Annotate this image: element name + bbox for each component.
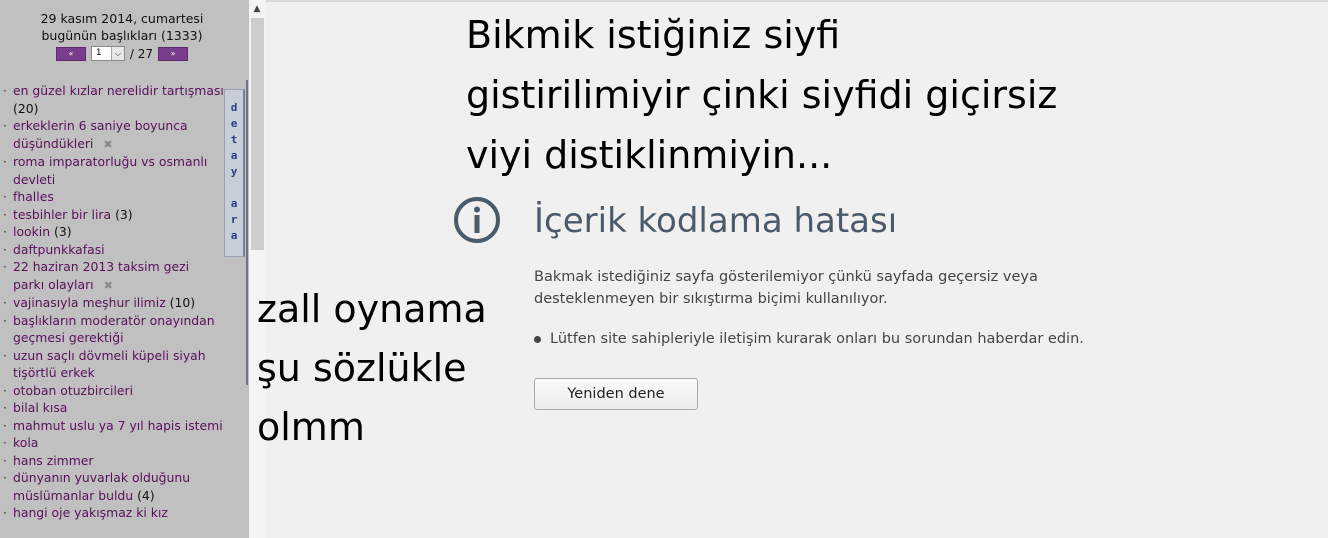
- topic-link[interactable]: başlıkların moderatör onayından geçmesi …: [13, 313, 215, 346]
- topic-link[interactable]: 22 haziran 2013 taksim gezi parkı olayla…: [13, 259, 189, 292]
- page-select-value: 1: [95, 48, 102, 58]
- chevron-down-icon: ⌵: [110, 47, 124, 60]
- error-suggestion: Lütfen site sahipleriyle iletişim kurara…: [550, 331, 1084, 347]
- detay-ara-letter: a: [230, 149, 238, 162]
- topic-entry-count: (10): [169, 295, 196, 310]
- sidebar-scrollbar[interactable]: ▲: [246, 0, 266, 538]
- meme-line: gistirilimiyir çinki siyfidi giçirsiz: [466, 73, 1058, 117]
- pager: « 1 ⌵ / 27 »: [0, 46, 244, 61]
- topic-item[interactable]: daftpunkkafasi: [2, 241, 224, 259]
- topic-item[interactable]: başlıkların moderatör onayından geçmesi …: [2, 312, 224, 347]
- page-total: / 27: [129, 46, 154, 61]
- detay-spacer: [225, 90, 243, 100]
- meme-line: şu sözlükle: [257, 346, 467, 390]
- detay-ara-letter: a: [230, 197, 238, 210]
- meme-line: zall oynama: [257, 287, 487, 331]
- meme-caption-top: Bikmik istiğiniz siyfi gistirilimiyir çi…: [466, 5, 1106, 185]
- scroll-up-icon[interactable]: ▲: [251, 2, 263, 16]
- detay-ara-letter: a: [230, 229, 238, 242]
- remove-topic-icon[interactable]: ✖: [103, 138, 112, 151]
- panel-edge: [246, 80, 248, 385]
- topic-item[interactable]: mahmut uslu ya 7 yıl hapis istemi: [2, 417, 224, 435]
- topic-entry-count: (4): [137, 487, 155, 503]
- topic-entry-count: (20): [13, 100, 39, 116]
- error-title: İçerik kodlama hatası: [534, 201, 898, 241]
- scrollbar-thumb[interactable]: [251, 18, 264, 250]
- topic-item[interactable]: fhalles: [2, 188, 224, 206]
- topic-link[interactable]: tesbihler bir lira: [13, 207, 111, 222]
- sidebar: 29 kasım 2014, cumartesi bugünün başlıkl…: [0, 0, 249, 538]
- meme-line: Bikmik istiğiniz siyfi: [466, 13, 841, 57]
- topic-link[interactable]: uzun saçlı dövmeli küpeli siyah tişörtlü…: [13, 348, 206, 381]
- topic-link[interactable]: hangi oje yakışmaz ki kız: [13, 505, 168, 520]
- topic-item[interactable]: bilal kısa: [2, 399, 224, 417]
- topic-item[interactable]: vajinasıyla meşhur ilimiz (10): [2, 294, 224, 312]
- topic-item[interactable]: dünyanın yuvarlak olduğunu müslümanlar b…: [2, 469, 224, 504]
- topic-item[interactable]: 22 haziran 2013 taksim gezi parkı olayla…: [2, 258, 224, 294]
- meme-line: olmm: [257, 405, 365, 449]
- prev-page-button[interactable]: «: [55, 46, 86, 61]
- meme-line: viyi distiklinmiyin...: [466, 133, 833, 177]
- topic-link[interactable]: bilal kısa: [13, 400, 67, 415]
- detay-ara-letter: [225, 180, 243, 196]
- detay-ara-tab[interactable]: detay ara: [224, 89, 245, 257]
- topic-item[interactable]: kola: [2, 434, 224, 452]
- today-topics-count: bugünün başlıkları (1333): [41, 28, 203, 43]
- topic-item[interactable]: hans zimmer: [2, 452, 224, 470]
- topic-link[interactable]: fhalles: [13, 189, 54, 204]
- topic-entry-count: (3): [54, 224, 72, 239]
- topic-link[interactable]: kola: [13, 435, 38, 450]
- remove-topic-icon[interactable]: ✖: [104, 279, 113, 292]
- topic-link[interactable]: vajinasıyla meşhur ilimiz: [13, 295, 166, 310]
- info-icon: [454, 197, 500, 243]
- topic-link[interactable]: mahmut uslu ya 7 yıl hapis istemi: [13, 418, 223, 433]
- bullet-icon: [534, 335, 541, 343]
- error-description: Bakmak istediğiniz sayfa gösterilemiyor …: [534, 269, 1038, 307]
- topic-link[interactable]: lookin: [13, 224, 50, 239]
- topic-link[interactable]: roma imparatorluğu vs osmanlı devleti: [13, 154, 207, 187]
- topic-item[interactable]: roma imparatorluğu vs osmanlı devleti: [2, 153, 224, 188]
- topic-item[interactable]: lookin (3): [2, 223, 224, 241]
- topic-link[interactable]: erkeklerin 6 saniye boyunca düşündükleri: [13, 118, 188, 151]
- sidebar-header: 29 kasım 2014, cumartesi bugünün başlıkl…: [0, 10, 244, 44]
- topic-link[interactable]: otoban otuzbircileri: [13, 383, 133, 398]
- topic-link[interactable]: dünyanın yuvarlak olduğunu müslümanlar b…: [13, 470, 190, 503]
- detay-ara-letter: y: [230, 165, 238, 178]
- content-top-border: [266, 0, 1328, 2]
- topic-list: en güzel kızlar nerelidir tartışması (20…: [2, 82, 224, 522]
- next-page-button[interactable]: »: [158, 46, 189, 61]
- retry-button[interactable]: Yeniden dene: [534, 378, 698, 410]
- topic-item[interactable]: otoban otuzbircileri: [2, 382, 224, 400]
- page-select[interactable]: 1 ⌵: [90, 46, 125, 61]
- topic-item[interactable]: uzun saçlı dövmeli küpeli siyah tişörtlü…: [2, 347, 224, 382]
- topic-entry-count: (3): [115, 206, 133, 222]
- detay-ara-letter: d: [230, 101, 238, 114]
- topic-item[interactable]: hangi oje yakışmaz ki kız: [2, 504, 224, 522]
- error-suggestion-item: Lütfen site sahipleriyle iletişim kurara…: [534, 329, 1084, 349]
- detay-ara-letter: r: [230, 213, 238, 226]
- topic-link[interactable]: hans zimmer: [13, 453, 94, 468]
- topic-link[interactable]: daftpunkkafasi: [13, 242, 105, 257]
- meme-caption-left: zall oynama şu sözlükle olmm: [257, 280, 517, 457]
- topic-item[interactable]: tesbihler bir lira (3): [2, 206, 224, 224]
- detay-ara-letter: t: [230, 133, 238, 146]
- topic-item[interactable]: erkeklerin 6 saniye boyunca düşündükleri…: [2, 117, 224, 153]
- topic-item[interactable]: en güzel kızlar nerelidir tartışması (20…: [2, 82, 224, 117]
- current-date: 29 kasım 2014, cumartesi: [40, 11, 204, 26]
- detay-ara-letter: e: [230, 117, 238, 130]
- topic-link[interactable]: en güzel kızlar nerelidir tartışması: [13, 83, 224, 98]
